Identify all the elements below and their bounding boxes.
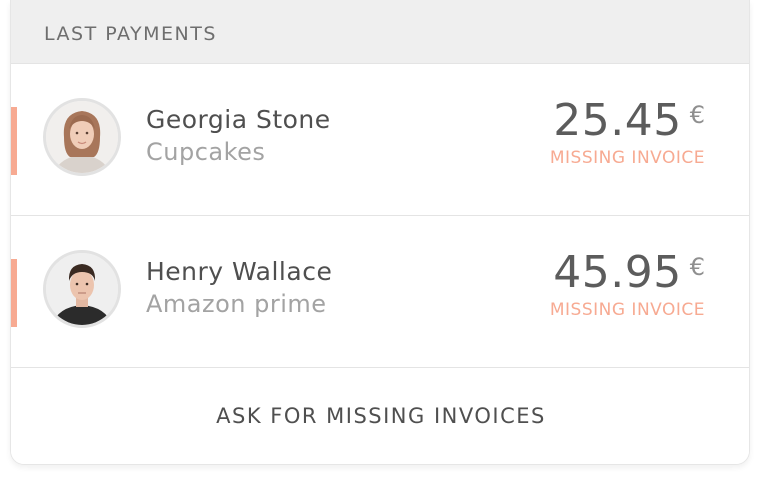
card-title: LAST PAYMENTS (44, 23, 217, 45)
ask-for-missing-invoices-button[interactable]: ASK FOR MISSING INVOICES (11, 368, 749, 464)
missing-invoice-indicator (11, 107, 17, 175)
avatar (43, 250, 121, 328)
avatar (43, 98, 121, 176)
missing-invoice-indicator (11, 259, 17, 327)
card-header: LAST PAYMENTS (11, 0, 749, 64)
payment-description: Cupcakes (146, 138, 266, 166)
missing-invoice-status: MISSING INVOICE (549, 300, 705, 320)
payment-amount: 25.45 (553, 95, 682, 146)
payer-name: Georgia Stone (146, 105, 331, 134)
currency-symbol: € (689, 253, 705, 281)
payment-amount: 45.95 (553, 247, 682, 298)
payment-description: Amazon prime (146, 290, 327, 318)
man-avatar-icon (46, 253, 118, 325)
payment-amount-group: 25.45 € (553, 95, 705, 147)
payer-name: Henry Wallace (146, 257, 333, 286)
payment-row[interactable]: Georgia Stone Cupcakes 25.45 € MISSING IN… (11, 64, 749, 216)
payment-amount-group: 45.95 € (553, 247, 705, 299)
missing-invoice-status: MISSING INVOICE (549, 148, 705, 168)
woman-avatar-icon (46, 101, 118, 173)
currency-symbol: € (689, 101, 705, 129)
last-payments-card: LAST PAYMENTS Georgia Stone Cupcakes 25.… (10, 0, 750, 465)
payment-row[interactable]: Henry Wallace Amazon prime 45.95 € MISSIN… (11, 216, 749, 368)
